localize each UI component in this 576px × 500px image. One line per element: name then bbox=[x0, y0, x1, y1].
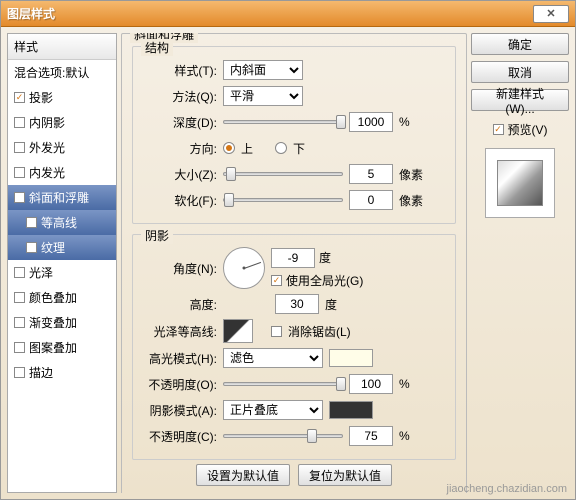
style-item-6[interactable]: 纹理 bbox=[8, 235, 116, 260]
style-item-label: 等高线 bbox=[41, 214, 77, 231]
style-item-0[interactable]: 投影 bbox=[8, 85, 116, 110]
style-item-11[interactable]: 描边 bbox=[8, 360, 116, 385]
style-item-10[interactable]: 图案叠加 bbox=[8, 335, 116, 360]
style-item-label: 光泽 bbox=[29, 264, 53, 281]
cancel-button[interactable]: 取消 bbox=[471, 61, 569, 83]
shadow-opacity-label: 不透明度(C): bbox=[141, 428, 217, 445]
highlight-opacity-slider[interactable] bbox=[223, 382, 343, 386]
depth-label: 深度(D): bbox=[141, 114, 217, 131]
structure-group: 结构 样式(T): 内斜面 方法(Q): 平滑 深度(D): % bbox=[132, 46, 456, 224]
style-checkbox[interactable] bbox=[14, 342, 25, 353]
soften-input[interactable] bbox=[349, 190, 393, 210]
highlight-color-swatch[interactable] bbox=[329, 349, 373, 367]
style-item-2[interactable]: 外发光 bbox=[8, 135, 116, 160]
angle-input[interactable] bbox=[271, 248, 315, 268]
style-checkbox[interactable] bbox=[14, 267, 25, 278]
style-checkbox[interactable] bbox=[14, 167, 25, 178]
blend-options-item[interactable]: 混合选项:默认 bbox=[8, 60, 116, 85]
shadow-opacity-slider[interactable] bbox=[223, 434, 343, 438]
style-item-3[interactable]: 内发光 bbox=[8, 160, 116, 185]
layer-style-dialog: 图层样式 ✕ 样式 混合选项:默认 投影内阴影外发光内发光斜面和浮雕等高线纹理光… bbox=[0, 0, 576, 500]
style-item-label: 图案叠加 bbox=[29, 339, 77, 356]
style-checkbox[interactable] bbox=[26, 217, 37, 228]
reset-default-button[interactable]: 复位为默认值 bbox=[298, 464, 392, 486]
style-item-8[interactable]: 颜色叠加 bbox=[8, 285, 116, 310]
watermark-text: jiaocheng.chazidian.com bbox=[447, 483, 567, 495]
style-checkbox[interactable] bbox=[14, 92, 25, 103]
dialog-content: 样式 混合选项:默认 投影内阴影外发光内发光斜面和浮雕等高线纹理光泽颜色叠加渐变… bbox=[1, 27, 575, 499]
gloss-contour-label: 光泽等高线: bbox=[141, 323, 217, 340]
style-checkbox[interactable] bbox=[14, 367, 25, 378]
titlebar[interactable]: 图层样式 ✕ bbox=[1, 1, 575, 27]
highlight-mode-select[interactable]: 滤色 bbox=[223, 348, 323, 368]
style-item-7[interactable]: 光泽 bbox=[8, 260, 116, 285]
style-list-header: 样式 bbox=[8, 34, 116, 60]
shadow-opacity-input[interactable] bbox=[349, 426, 393, 446]
anti-alias-checkbox[interactable] bbox=[271, 326, 282, 337]
angle-label: 角度(N): bbox=[141, 260, 217, 277]
style-list: 样式 混合选项:默认 投影内阴影外发光内发光斜面和浮雕等高线纹理光泽颜色叠加渐变… bbox=[7, 33, 117, 493]
ok-button[interactable]: 确定 bbox=[471, 33, 569, 55]
bevel-emboss-group: 斜面和浮雕 结构 样式(T): 内斜面 方法(Q): 平滑 深度(D): bbox=[121, 33, 467, 493]
style-item-label: 颜色叠加 bbox=[29, 289, 77, 306]
preview-box bbox=[485, 148, 555, 218]
highlight-mode-label: 高光模式(H): bbox=[141, 350, 217, 367]
altitude-label: 高度: bbox=[141, 296, 217, 313]
size-label: 大小(Z): bbox=[141, 166, 217, 183]
right-panel: 确定 取消 新建样式(W)... 预览(V) bbox=[471, 33, 569, 493]
shadow-mode-label: 阴影模式(A): bbox=[141, 402, 217, 419]
style-checkbox[interactable] bbox=[14, 142, 25, 153]
highlight-opacity-label: 不透明度(O): bbox=[141, 376, 217, 393]
style-item-5[interactable]: 等高线 bbox=[8, 210, 116, 235]
highlight-opacity-input[interactable] bbox=[349, 374, 393, 394]
set-default-button[interactable]: 设置为默认值 bbox=[196, 464, 290, 486]
soften-label: 软化(F): bbox=[141, 192, 217, 209]
preview-thumbnail bbox=[497, 160, 543, 206]
style-item-label: 投影 bbox=[29, 89, 53, 106]
style-item-label: 内发光 bbox=[29, 164, 65, 181]
structure-title: 结构 bbox=[141, 39, 173, 56]
method-label: 方法(Q): bbox=[141, 88, 217, 105]
style-checkbox[interactable] bbox=[14, 192, 25, 203]
new-style-button[interactable]: 新建样式(W)... bbox=[471, 89, 569, 111]
style-item-label: 斜面和浮雕 bbox=[29, 189, 89, 206]
style-item-label: 描边 bbox=[29, 364, 53, 381]
style-checkbox[interactable] bbox=[14, 317, 25, 328]
altitude-input[interactable] bbox=[275, 294, 319, 314]
method-select[interactable]: 平滑 bbox=[223, 86, 303, 106]
direction-up-radio[interactable] bbox=[223, 142, 235, 154]
style-select[interactable]: 内斜面 bbox=[223, 60, 303, 80]
direction-down-radio[interactable] bbox=[275, 142, 287, 154]
depth-input[interactable] bbox=[349, 112, 393, 132]
preview-checkbox[interactable] bbox=[493, 124, 504, 135]
angle-wheel[interactable] bbox=[223, 247, 265, 289]
shadow-mode-select[interactable]: 正片叠底 bbox=[223, 400, 323, 420]
depth-slider[interactable] bbox=[223, 120, 343, 124]
style-label: 样式(T): bbox=[141, 62, 217, 79]
preview-label: 预览(V) bbox=[508, 121, 548, 138]
close-button[interactable]: ✕ bbox=[533, 5, 569, 23]
main-panel: 斜面和浮雕 结构 样式(T): 内斜面 方法(Q): 平滑 深度(D): bbox=[121, 33, 467, 493]
dialog-title: 图层样式 bbox=[7, 5, 533, 22]
style-item-label: 纹理 bbox=[41, 239, 65, 256]
soften-slider[interactable] bbox=[223, 198, 343, 202]
shading-group: 阴影 角度(N): 度 使用全局光(G) bbox=[132, 234, 456, 460]
style-checkbox[interactable] bbox=[14, 117, 25, 128]
style-item-4[interactable]: 斜面和浮雕 bbox=[8, 185, 116, 210]
style-item-9[interactable]: 渐变叠加 bbox=[8, 310, 116, 335]
style-item-1[interactable]: 内阴影 bbox=[8, 110, 116, 135]
style-item-label: 渐变叠加 bbox=[29, 314, 77, 331]
style-checkbox[interactable] bbox=[26, 242, 37, 253]
shadow-color-swatch[interactable] bbox=[329, 401, 373, 419]
style-item-label: 内阴影 bbox=[29, 114, 65, 131]
direction-label: 方向: bbox=[141, 140, 217, 157]
shading-title: 阴影 bbox=[141, 227, 173, 244]
size-input[interactable] bbox=[349, 164, 393, 184]
style-checkbox[interactable] bbox=[14, 292, 25, 303]
global-light-checkbox[interactable] bbox=[271, 275, 282, 286]
gloss-contour-picker[interactable] bbox=[223, 319, 253, 343]
style-item-label: 外发光 bbox=[29, 139, 65, 156]
size-slider[interactable] bbox=[223, 172, 343, 176]
